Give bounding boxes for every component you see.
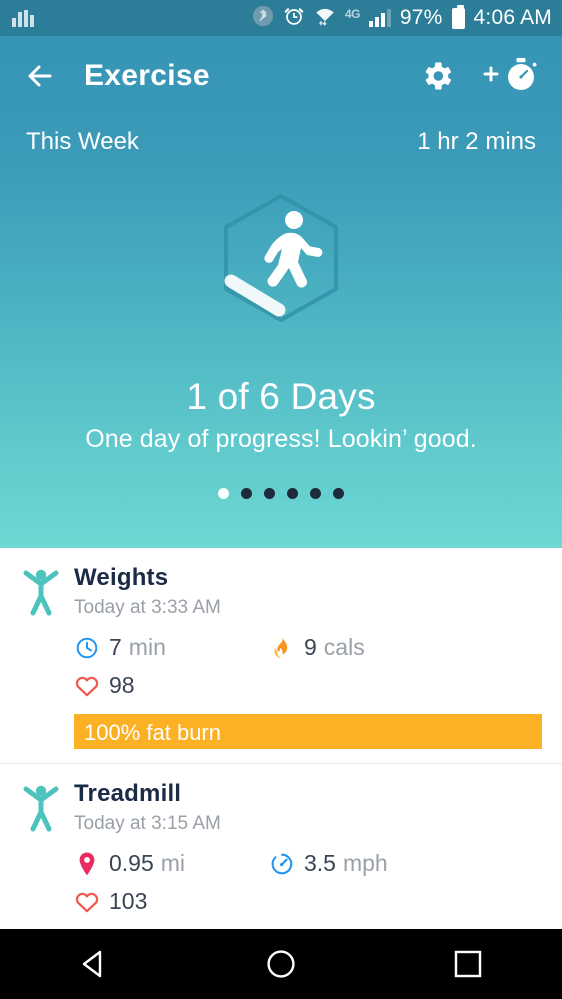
exercise-heartrate-row: 98 bbox=[0, 672, 562, 699]
exercise-timestamp: Today at 3:33 AM bbox=[74, 597, 221, 619]
gear-icon[interactable] bbox=[419, 58, 455, 94]
summary-hero: Exercise bbox=[0, 36, 562, 548]
carousel-dot[interactable] bbox=[287, 488, 298, 499]
stopwatch-icon bbox=[502, 55, 540, 98]
stat-unit: mph bbox=[343, 850, 388, 877]
person-icon bbox=[20, 782, 62, 837]
stat-speed: 3.5 mph bbox=[265, 850, 388, 877]
android-navigation-bar bbox=[0, 929, 562, 999]
back-arrow-icon[interactable] bbox=[18, 54, 62, 98]
fat-burn-bar: 100% fat burn bbox=[74, 714, 542, 749]
exercise-titles: Weights Today at 3:33 AM bbox=[74, 564, 221, 619]
exercise-name: Weights bbox=[74, 564, 221, 592]
exercise-heartrate-row: 103 bbox=[0, 888, 562, 915]
stat-duration: 7 min bbox=[20, 634, 265, 661]
location-pin-icon bbox=[74, 851, 100, 877]
signal-bars-icon bbox=[369, 9, 391, 27]
progress-title: 1 of 6 Days bbox=[0, 376, 562, 418]
progress-subtitle: One day of progress! Lookin’ good. bbox=[0, 425, 562, 454]
app-bar-actions bbox=[419, 55, 544, 98]
clock-time: 4:06 AM bbox=[474, 6, 552, 30]
running-person-hexagon-badge bbox=[201, 178, 361, 338]
status-bar: 4G 97% 4:06 AM bbox=[0, 0, 562, 36]
carousel-dot[interactable] bbox=[310, 488, 321, 499]
exercise-header: Weights Today at 3:33 AM bbox=[0, 564, 562, 621]
exercise-timestamp: Today at 3:15 AM bbox=[74, 813, 221, 835]
add-exercise-button[interactable] bbox=[481, 55, 540, 98]
wifi-icon bbox=[314, 5, 336, 32]
status-bar-right: 4G 97% 4:06 AM bbox=[252, 5, 552, 32]
carousel-dots bbox=[0, 488, 562, 499]
stat-value: 7 bbox=[109, 634, 122, 661]
stat-value: 3.5 bbox=[304, 850, 336, 877]
period-duration: 1 hr 2 mins bbox=[417, 128, 536, 156]
page-title: Exercise bbox=[84, 59, 210, 93]
status-bar-left bbox=[12, 10, 34, 27]
carousel-dot[interactable] bbox=[264, 488, 275, 499]
battery-full-icon bbox=[452, 8, 465, 29]
flame-icon bbox=[269, 636, 295, 660]
bluetooth-icon bbox=[252, 5, 274, 32]
equalizer-icon bbox=[12, 10, 34, 27]
stat-heart-rate: 98 bbox=[20, 672, 265, 699]
network-type-label: 4G bbox=[345, 7, 360, 21]
stat-heart-rate: 103 bbox=[20, 888, 265, 915]
nav-back-triangle-icon[interactable] bbox=[49, 929, 139, 999]
stat-value: 0.95 bbox=[109, 850, 154, 877]
carousel-dot[interactable] bbox=[218, 488, 229, 499]
carousel-dot[interactable] bbox=[241, 488, 252, 499]
exercise-name: Treadmill bbox=[74, 780, 221, 808]
stat-unit: cals bbox=[324, 634, 365, 661]
stat-distance: 0.95 mi bbox=[20, 850, 265, 877]
progress-text-block: 1 of 6 Days One day of progress! Lookin’… bbox=[0, 376, 562, 454]
carousel-dot[interactable] bbox=[333, 488, 344, 499]
heart-icon bbox=[74, 674, 100, 698]
nav-recents-square-icon[interactable] bbox=[423, 929, 513, 999]
exercise-header: Treadmill Today at 3:15 AM bbox=[0, 780, 562, 837]
list-item[interactable]: Weights Today at 3:33 AM 7 min 9 bbox=[0, 548, 562, 763]
exercise-stats-row: 7 min 9 cals bbox=[0, 634, 562, 661]
phone-screen: 4G 97% 4:06 AM Exercise bbox=[0, 0, 562, 999]
stat-value: 98 bbox=[109, 672, 135, 699]
alarm-clock-icon bbox=[283, 5, 305, 32]
stat-value: 9 bbox=[304, 634, 317, 661]
exercise-stats-row: 0.95 mi 3.5 mph bbox=[0, 850, 562, 877]
stat-calories: 9 cals bbox=[265, 634, 365, 661]
stat-value: 103 bbox=[109, 888, 147, 915]
plus-icon bbox=[481, 64, 501, 89]
app-bar: Exercise bbox=[0, 36, 562, 116]
exercise-titles: Treadmill Today at 3:15 AM bbox=[74, 780, 221, 835]
progress-badge bbox=[0, 178, 562, 338]
person-icon bbox=[20, 566, 62, 621]
week-summary-row: This Week 1 hr 2 mins bbox=[0, 116, 562, 156]
battery-percent: 97% bbox=[400, 6, 443, 30]
speedometer-icon bbox=[269, 852, 295, 876]
exercise-list: Weights Today at 3:33 AM 7 min 9 bbox=[0, 548, 562, 965]
clock-icon bbox=[74, 636, 100, 660]
heart-icon bbox=[74, 890, 100, 914]
stat-unit: min bbox=[129, 634, 166, 661]
period-label: This Week bbox=[26, 128, 139, 156]
stat-unit: mi bbox=[161, 850, 185, 877]
nav-home-circle-icon[interactable] bbox=[236, 929, 326, 999]
